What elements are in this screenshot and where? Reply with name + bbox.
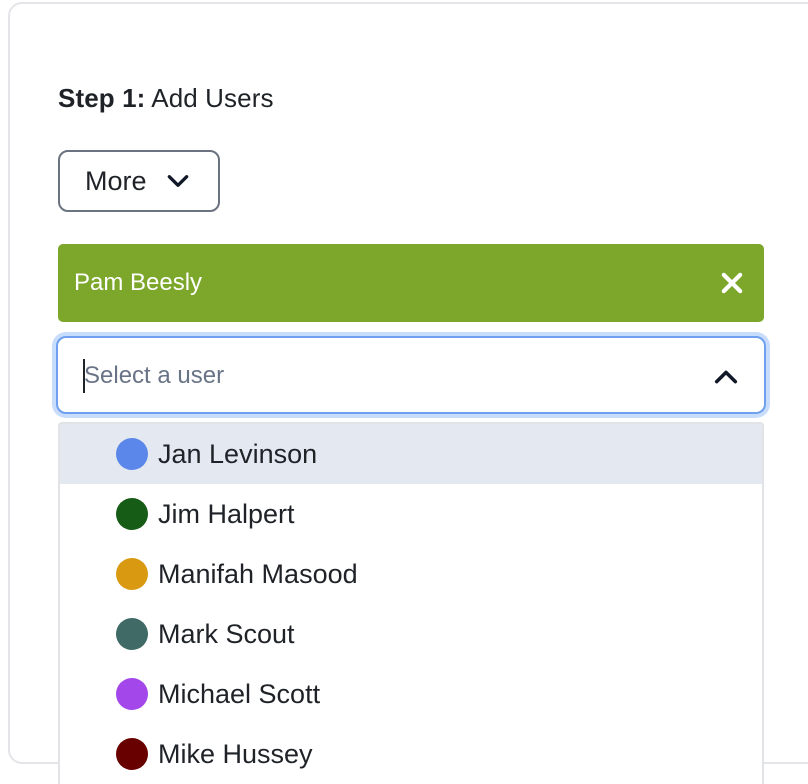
user-option-jan-levinson[interactable]: Jan Levinson [60, 424, 762, 484]
step-number: Step 1: [58, 83, 146, 113]
user-option-label: Mike Hussey [158, 738, 313, 769]
user-select[interactable] [56, 336, 766, 414]
select-user-input[interactable] [84, 357, 644, 395]
chevron-up-icon[interactable] [712, 363, 740, 391]
selected-user-chip: Pam Beesly [58, 244, 764, 322]
user-color-dot [116, 498, 148, 530]
selected-user-label: Pam Beesly [74, 269, 203, 296]
user-option-jim-halpert[interactable]: Jim Halpert [60, 484, 762, 544]
more-button[interactable]: More [58, 150, 220, 212]
step-heading: Step 1: Add Users [58, 82, 274, 114]
step-title: Add Users [151, 83, 274, 113]
user-option-label: Jim Halpert [158, 498, 295, 529]
user-option-label: Mark Scout [158, 618, 295, 649]
user-options-list: Jan Levinson Jim Halpert Manifah Masood … [58, 422, 764, 784]
more-button-label: More [85, 165, 147, 196]
page: Step 1: Add Users More Pam Beesly Jan Le… [0, 0, 808, 784]
text-caret [83, 359, 85, 393]
user-option-michael-scott[interactable]: Michael Scott [60, 664, 762, 724]
user-option-label: Michael Scott [158, 678, 321, 709]
user-color-dot [116, 558, 148, 590]
user-option-label: Manifah Masood [158, 558, 358, 589]
chevron-down-icon [167, 175, 188, 187]
user-option-mike-hussey[interactable]: Mike Hussey [60, 724, 762, 784]
user-color-dot [116, 738, 148, 770]
user-color-dot [116, 438, 148, 470]
user-color-dot [116, 618, 148, 650]
user-option-mark-scout[interactable]: Mark Scout [60, 604, 762, 664]
user-option-manifah-masood[interactable]: Manifah Masood [60, 544, 762, 604]
close-icon[interactable] [718, 269, 746, 297]
user-option-label: Jan Levinson [158, 438, 318, 469]
user-color-dot [116, 678, 148, 710]
